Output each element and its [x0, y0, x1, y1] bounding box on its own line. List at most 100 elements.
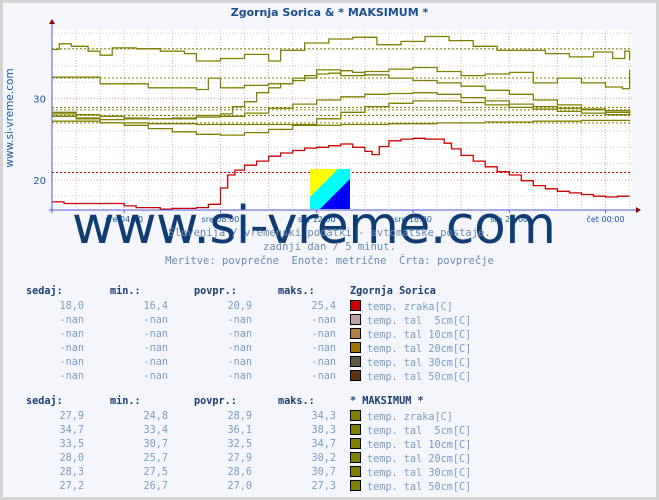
value-max: -nan [311, 314, 336, 326]
legend-swatch-icon [350, 299, 361, 311]
value-now: -nan [59, 356, 84, 368]
value-min: -nan [143, 328, 168, 340]
table-row: 28,3 27,5 28,6 30,7 temp. tal 30cm[C] [14, 465, 471, 479]
legend-entry: temp. tal 30cm[C] [350, 355, 471, 369]
station-name: * MAKSIMUM * [350, 396, 424, 407]
value-avg: -nan [227, 328, 252, 340]
value-avg: 27,0 [227, 480, 252, 492]
legend-entry: temp. tal 50cm[C] [350, 479, 471, 493]
legend-entry: temp. tal 30cm[C] [350, 465, 471, 479]
table-row: -nan -nan -nan -nan temp. tal 5cm[C] [14, 313, 471, 327]
value-now: -nan [59, 370, 84, 382]
value-min: 25,7 [143, 452, 168, 464]
value-max: -nan [311, 342, 336, 354]
value-max: 34,7 [311, 438, 336, 450]
value-max: -nan [311, 356, 336, 368]
legend-entry: temp. tal 20cm[C] [350, 341, 471, 355]
value-min: 24,8 [143, 410, 168, 422]
y-axis-arrow [49, 19, 55, 24]
legend-swatch-icon [350, 409, 361, 421]
value-min: -nan [143, 342, 168, 354]
value-now: -nan [59, 328, 84, 340]
legend-label: temp. tal 10cm[C] [367, 329, 472, 341]
legend-label: temp. tal 10cm[C] [367, 439, 472, 451]
value-now: 28,0 [59, 452, 84, 464]
legend-swatch-icon [350, 327, 361, 339]
legend-entry: temp. tal 10cm[C] [350, 327, 471, 341]
legend-label: temp. tal 30cm[C] [367, 357, 472, 369]
value-min: 30,7 [143, 438, 168, 450]
legend-label: temp. tal 50cm[C] [367, 481, 472, 493]
table-row: 27,9 24,8 28,9 34,3 temp. zraka[C] [14, 409, 471, 423]
value-now: 28,3 [59, 466, 84, 478]
table-row: -nan -nan -nan -nan temp. tal 10cm[C] [14, 327, 471, 341]
value-max: 27,3 [311, 480, 336, 492]
legend-swatch-icon [350, 355, 361, 367]
value-now: -nan [59, 342, 84, 354]
value-min: -nan [143, 370, 168, 382]
subtitle-settings: Meritve: povprečne Enote: metrične Črta:… [165, 255, 494, 267]
value-avg: 32,5 [227, 438, 252, 450]
legend-entry: temp. tal 20cm[C] [350, 451, 471, 465]
x-axis-arrow [636, 207, 641, 213]
value-now: 27,2 [59, 480, 84, 492]
value-max: -nan [311, 328, 336, 340]
column-header: sedaj: [26, 396, 63, 407]
value-max: 38,3 [311, 424, 336, 436]
legend-label: temp. zraka[C] [367, 411, 453, 423]
table-row: 18,0 16,4 20,9 25,4 temp. zraka[C] [14, 299, 471, 313]
column-header: maks.: [278, 286, 315, 297]
column-header: maks.: [278, 396, 315, 407]
value-avg: 28,9 [227, 410, 252, 422]
table-header-row: sedaj: min.: povpr.: maks.: Zgornja Sorica [14, 284, 471, 299]
y-tick-label: 30 [33, 94, 46, 105]
value-now: 33,5 [59, 438, 84, 450]
value-now: -nan [59, 314, 84, 326]
legend-swatch-icon [350, 437, 361, 449]
table-row: 27,2 26,7 27,0 27,3 temp. tal 50cm[C] [14, 479, 471, 493]
x-tick-label: čet 00:00 [586, 214, 624, 224]
value-max: 30,2 [311, 452, 336, 464]
legend-entry: temp. tal 5cm[C] [350, 423, 471, 437]
table-row: -nan -nan -nan -nan temp. tal 20cm[C] [14, 341, 471, 355]
value-max: 30,7 [311, 466, 336, 478]
legend-label: temp. tal 50cm[C] [367, 371, 472, 383]
subtitle-source: Slovenija / vremenski podatki - avtomats… [168, 227, 491, 239]
legend-entry: temp. zraka[C] [350, 299, 471, 313]
legend-swatch-icon [350, 369, 361, 381]
legend-swatch-icon [350, 423, 361, 435]
value-avg: -nan [227, 356, 252, 368]
stats-table-zgornja-sorica: sedaj: min.: povpr.: maks.: Zgornja Sorica 18… [14, 284, 471, 383]
value-min: 33,4 [143, 424, 168, 436]
value-avg: -nan [227, 342, 252, 354]
legend-label: temp. tal 20cm[C] [367, 343, 472, 355]
table-row: -nan -nan -nan -nan temp. tal 50cm[C] [14, 369, 471, 383]
station-name: Zgornja Sorica [350, 286, 436, 297]
column-header: sedaj: [26, 286, 63, 297]
table-header-row: sedaj: min.: povpr.: maks.: * MAKSIMUM * [14, 394, 471, 409]
table-row: 34,7 33,4 36,1 38,3 temp. tal 5cm[C] [14, 423, 471, 437]
value-max: -nan [311, 370, 336, 382]
column-header: povpr.: [194, 396, 237, 407]
table-row: 28,0 25,7 27,9 30,2 temp. tal 20cm[C] [14, 451, 471, 465]
legend-label: temp. zraka[C] [367, 301, 453, 313]
subtitle-period: zadnji dan / 5 minut. [263, 241, 396, 253]
column-header: povpr.: [194, 286, 237, 297]
value-max: 34,3 [311, 410, 336, 422]
value-now: 27,9 [59, 410, 84, 422]
value-min: -nan [143, 356, 168, 368]
stats-table-maksimum: sedaj: min.: povpr.: maks.: * MAKSIMUM * 27,9… [14, 394, 471, 493]
legend-swatch-icon [350, 451, 361, 463]
legend-swatch-icon [350, 313, 361, 325]
value-now: 18,0 [59, 300, 84, 312]
legend-swatch-icon [350, 465, 361, 477]
value-min: 26,7 [143, 480, 168, 492]
column-header: min.: [110, 286, 141, 297]
legend-entry: temp. tal 5cm[C] [350, 313, 471, 327]
legend-entry: temp. zraka[C] [350, 409, 471, 423]
legend-entry: temp. tal 50cm[C] [350, 369, 471, 383]
column-header: min.: [110, 396, 141, 407]
value-avg: 28,6 [227, 466, 252, 478]
legend-swatch-icon [350, 341, 361, 353]
value-avg: -nan [227, 370, 252, 382]
